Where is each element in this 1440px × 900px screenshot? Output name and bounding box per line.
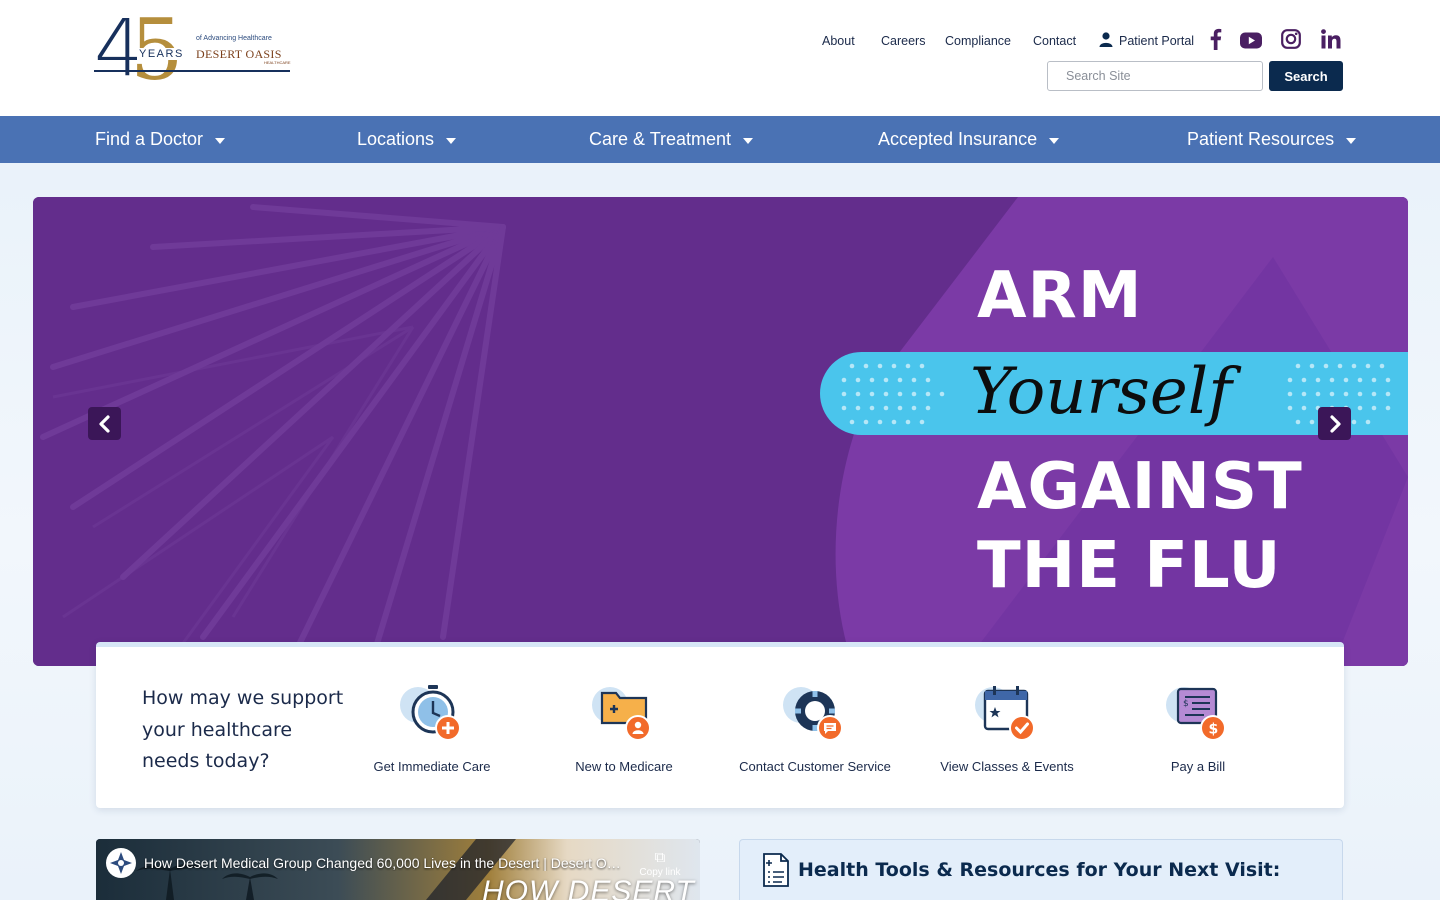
logo-underline <box>94 70 290 72</box>
action-new-to-medicare[interactable]: New to Medicare <box>534 683 714 783</box>
channel-avatar[interactable] <box>106 848 136 878</box>
stopwatch-plus-icon <box>400 685 461 741</box>
main-nav-label: Patient Resources <box>1187 129 1335 149</box>
youtube-icon[interactable] <box>1240 32 1262 49</box>
caret-down-icon <box>215 137 226 144</box>
main-nav-label: Find a Doctor <box>95 129 204 149</box>
carousel-next-button[interactable] <box>1318 407 1351 440</box>
folder-person-icon <box>592 687 651 741</box>
chevron-left-icon <box>98 414 110 433</box>
video-title[interactable]: How Desert Medical Group Changed 60,000 … <box>144 855 628 871</box>
health-tools-heading: Health Tools & Resources for Your Next V… <box>798 859 1281 881</box>
linkedin-icon[interactable] <box>1321 29 1341 49</box>
action-get-immediate-care[interactable]: Get Immediate Care <box>342 683 522 783</box>
main-nav-label: Accepted Insurance <box>878 129 1038 149</box>
instagram-icon[interactable] <box>1281 29 1301 49</box>
lifebuoy-chat-icon <box>783 687 843 741</box>
calendar-check-icon <box>975 686 1035 741</box>
hero-carousel[interactable]: ARM Yourself AGAINST THE FLU <box>33 197 1408 666</box>
site-header: 4 5 YEARS of Advancing Healthcare DESERT… <box>0 0 1440 116</box>
main-nav: Find a Doctor Locations Care & Treatment… <box>0 116 1440 163</box>
caret-down-icon <box>446 137 457 144</box>
action-view-classes-events[interactable]: View Classes & Events <box>917 683 1097 783</box>
nav-link-compliance[interactable]: Compliance <box>945 34 1011 48</box>
channel-logo-icon <box>107 849 135 877</box>
svg-text:$: $ <box>1183 699 1189 709</box>
support-card: How may we support your healthcare needs… <box>96 642 1344 808</box>
svg-text:$: $ <box>1209 722 1219 738</box>
nav-link-patient-portal[interactable]: Patient Portal <box>1119 34 1194 48</box>
facebook-icon[interactable] <box>1207 28 1223 50</box>
action-label: Contact Customer Service <box>739 759 891 774</box>
main-nav-label: Care & Treatment <box>589 129 732 149</box>
action-contact-customer-service[interactable]: Contact Customer Service <box>725 683 905 783</box>
action-label: View Classes & Events <box>940 759 1074 774</box>
main-nav-accepted-insurance[interactable]: Accepted Insurance <box>878 116 1060 163</box>
hero-line-arm: ARM <box>977 259 1143 333</box>
action-pay-a-bill[interactable]: $ $ Pay a Bill <box>1108 683 1288 783</box>
nav-link-about[interactable]: About <box>822 34 855 48</box>
caret-down-icon <box>1346 137 1357 144</box>
action-label: Get Immediate Care <box>373 759 491 774</box>
health-tools-panel: Health Tools & Resources for Your Next V… <box>739 839 1343 900</box>
youtube-video-embed[interactable]: How Desert Medical Group Changed 60,000 … <box>96 839 700 900</box>
chevron-right-icon <box>1329 414 1341 433</box>
action-label: New to Medicare <box>575 759 673 774</box>
main-nav-label: Locations <box>357 129 435 149</box>
bill-dollar-icon: $ $ <box>1166 687 1226 741</box>
utility-nav: About Careers Compliance Contact Patient… <box>0 32 1440 54</box>
action-label: Pay a Bill <box>1170 759 1226 774</box>
document-checklist-icon <box>763 853 789 887</box>
main-nav-care-treatment[interactable]: Care & Treatment <box>589 116 754 163</box>
site-logo[interactable]: 4 5 YEARS of Advancing Healthcare DESERT… <box>94 8 294 102</box>
logo-brand-sub: HEALTHCARE <box>264 60 291 65</box>
copy-icon: ⧉ <box>654 849 666 866</box>
hero-line-the-flu: THE FLU <box>977 529 1282 603</box>
video-overlay-text: HOW DESERT <box>482 875 695 900</box>
caret-down-icon <box>743 137 754 144</box>
support-question: How may we support your healthcare needs… <box>142 687 344 772</box>
hero-line-against: AGAINST <box>977 450 1303 524</box>
main-nav-locations[interactable]: Locations <box>357 116 457 163</box>
main-nav-patient-resources[interactable]: Patient Resources <box>1187 116 1357 163</box>
person-icon <box>1099 32 1113 47</box>
nav-link-careers[interactable]: Careers <box>881 34 925 48</box>
carousel-prev-button[interactable] <box>88 407 121 440</box>
search-button[interactable]: Search <box>1269 61 1343 91</box>
search-input[interactable] <box>1047 61 1263 91</box>
hero-line-yourself: Yourself <box>970 355 1232 429</box>
nav-link-contact[interactable]: Contact <box>1033 34 1076 48</box>
main-nav-find-a-doctor[interactable]: Find a Doctor <box>95 116 226 163</box>
copy-link-button[interactable]: ⧉ Copy link <box>632 849 688 878</box>
caret-down-icon <box>1049 137 1060 144</box>
